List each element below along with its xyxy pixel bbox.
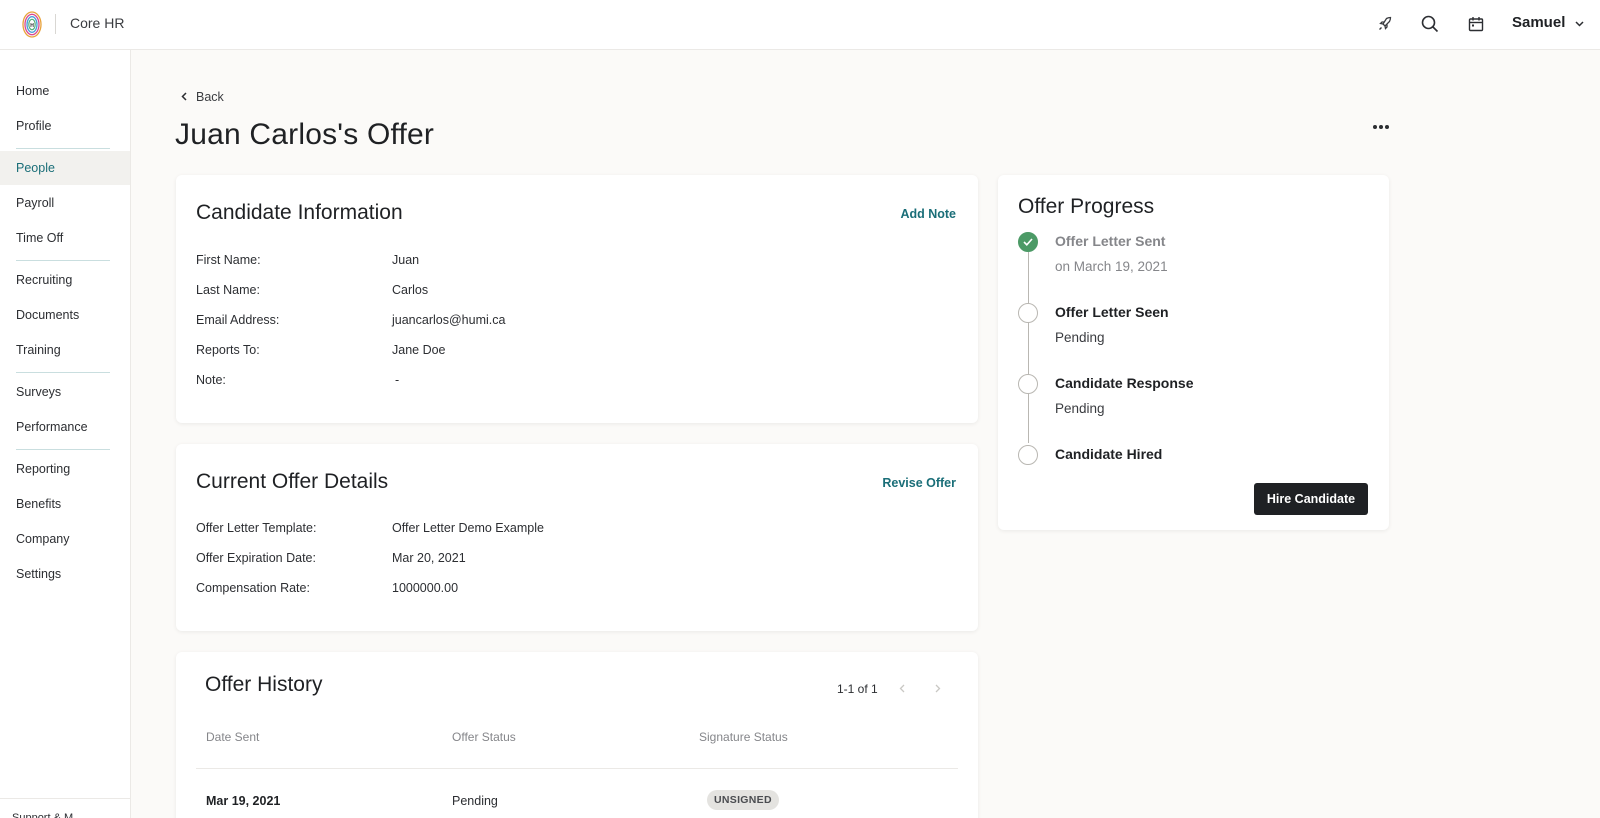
step-offer-letter-seen: Offer Letter Seen — [1055, 304, 1169, 320]
sidebar-item-recruiting[interactable]: Recruiting — [0, 263, 130, 297]
progress-connector-line — [1028, 252, 1029, 443]
back-link[interactable]: Back — [181, 90, 224, 104]
last-name-value: Carlos — [392, 283, 429, 297]
offer-expiration-value: Mar 20, 2021 — [392, 551, 466, 565]
more-icon[interactable] — [1370, 120, 1392, 134]
step-pending-circle — [1018, 303, 1038, 323]
offer-expiration-label: Offer Expiration Date: — [196, 551, 316, 565]
column-header-offer-status[interactable]: Offer Status — [452, 730, 516, 744]
sidebar-footer-divider — [0, 798, 130, 799]
back-label: Back — [196, 90, 224, 104]
step-pending-circle — [1018, 374, 1038, 394]
next-page-icon[interactable] — [930, 680, 946, 696]
chevron-left-icon — [181, 90, 187, 104]
sidebar-item-company[interactable]: Company — [0, 522, 130, 556]
nav-divider — [16, 148, 110, 149]
sidebar-item-home[interactable]: Home — [0, 74, 130, 108]
sidebar-item-performance[interactable]: Performance — [0, 410, 130, 444]
rocket-icon[interactable] — [1374, 13, 1396, 35]
offer-details-title: Current Offer Details — [196, 470, 389, 493]
note-value: - — [395, 373, 400, 387]
app-title: Core HR — [70, 15, 125, 31]
search-icon[interactable] — [1419, 13, 1441, 35]
sidebar-item-surveys[interactable]: Surveys — [0, 375, 130, 409]
logo-icon[interactable]: H — [22, 11, 42, 38]
sidebar-item-reporting[interactable]: Reporting — [0, 452, 130, 486]
compensation-value: 1000000.00 — [392, 581, 459, 595]
step-candidate-response: Candidate Response — [1055, 375, 1194, 391]
offer-progress-card: Offer Progress Offer Letter Sent on Marc… — [998, 175, 1389, 530]
sidebar-item-benefits[interactable]: Benefits — [0, 487, 130, 521]
candidate-info-title: Candidate Information — [196, 201, 403, 224]
user-name: Samuel — [1512, 14, 1566, 31]
check-icon — [1018, 232, 1038, 252]
note-label: Note: — [196, 373, 226, 387]
logo-divider — [55, 14, 56, 34]
revise-offer-button[interactable]: Revise Offer — [882, 476, 956, 490]
candidate-info-card: Candidate Information Add Note First Nam… — [176, 175, 978, 423]
column-header-signature-status[interactable]: Signature Status — [699, 730, 788, 744]
pagination-label: 1-1 of 1 — [837, 682, 878, 696]
step-pending-circle — [1018, 445, 1038, 465]
compensation-label: Compensation Rate: — [196, 581, 310, 595]
sidebar-item-documents[interactable]: Documents — [0, 298, 130, 332]
prev-page-icon[interactable] — [894, 680, 910, 696]
step-offer-letter-sent: Offer Letter Sent — [1055, 233, 1166, 249]
calendar-icon[interactable] — [1465, 13, 1487, 35]
row-date-sent: Mar 19, 2021 — [206, 794, 281, 808]
signature-status-badge: UNSIGNED — [707, 790, 779, 810]
step-candidate-hired: Candidate Hired — [1055, 446, 1163, 462]
offer-details-card: Current Offer Details Revise Offer Offer… — [176, 444, 978, 631]
reports-to-label: Reports To: — [196, 343, 260, 357]
offer-progress-title: Offer Progress — [1018, 195, 1155, 218]
email-value: juancarlos@humi.ca — [392, 313, 506, 327]
first-name-value: Juan — [392, 253, 420, 267]
sidebar-item-training[interactable]: Training — [0, 333, 130, 367]
offer-history-title: Offer History — [205, 673, 323, 696]
sidebar: Home Profile People Payroll Time Off Rec… — [0, 50, 131, 818]
reports-to-value: Jane Doe — [392, 343, 446, 357]
hire-candidate-button[interactable]: Hire Candidate — [1254, 483, 1368, 515]
nav-divider — [16, 260, 110, 261]
top-bar: H Core HR Samuel — [0, 0, 1600, 50]
first-name-label: First Name: — [196, 253, 261, 267]
nav-divider — [16, 449, 110, 450]
add-note-button[interactable]: Add Note — [900, 207, 956, 221]
step-candidate-response-status: Pending — [1055, 401, 1105, 416]
offer-template-label: Offer Letter Template: — [196, 521, 317, 535]
table-header-divider — [196, 768, 958, 769]
sidebar-item-time-off[interactable]: Time Off — [0, 221, 130, 255]
last-name-label: Last Name: — [196, 283, 260, 297]
offer-history-card: Offer History 1-1 of 1 Date Sent Offer S… — [176, 652, 978, 818]
sidebar-item-people[interactable]: People — [0, 151, 130, 185]
column-header-date-sent[interactable]: Date Sent — [206, 730, 259, 744]
sidebar-footer-link[interactable]: Support & M... — [12, 810, 82, 818]
sidebar-item-settings[interactable]: Settings — [0, 557, 130, 591]
user-menu[interactable]: Samuel — [1512, 14, 1584, 31]
step-offer-letter-sent-date: on March 19, 2021 — [1055, 259, 1168, 274]
sidebar-item-profile[interactable]: Profile — [0, 109, 130, 143]
email-label: Email Address: — [196, 313, 280, 327]
svg-text:H: H — [30, 23, 34, 29]
page-title: Juan Carlos's Offer — [175, 118, 435, 151]
offer-template-value: Offer Letter Demo Example — [392, 521, 544, 535]
chevron-down-icon — [1575, 14, 1584, 31]
step-offer-letter-seen-status: Pending — [1055, 330, 1105, 345]
row-offer-status: Pending — [452, 794, 498, 808]
sidebar-item-payroll[interactable]: Payroll — [0, 186, 130, 220]
nav-divider — [16, 372, 110, 373]
